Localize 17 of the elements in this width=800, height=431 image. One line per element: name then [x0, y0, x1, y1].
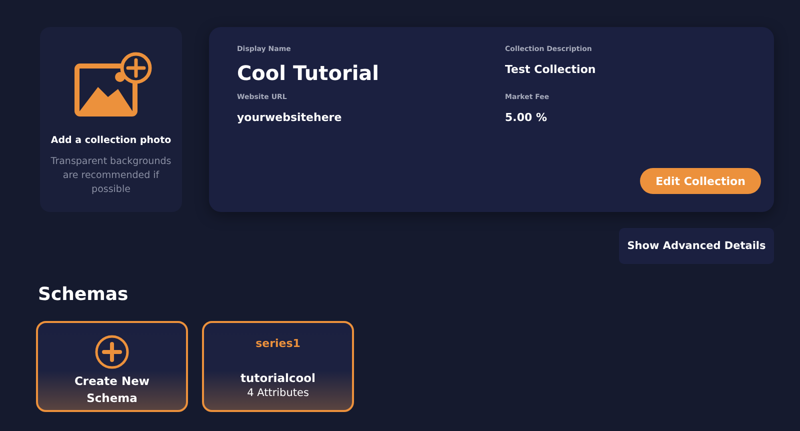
- field-value: Test Collection: [505, 63, 597, 76]
- collection-name: Cool Tutorial: [237, 61, 380, 85]
- add-image-icon: [74, 51, 154, 117]
- series-label: series1: [256, 337, 300, 350]
- field-value: 5.00 %: [505, 111, 548, 124]
- schema-card[interactable]: series1 tutorialcool 4 Attributes: [202, 321, 354, 412]
- field-value: yourwebsitehere: [237, 111, 343, 124]
- photo-hint: Transparent backgrounds are recommended if possible: [50, 155, 172, 196]
- attribute-count: 4 Attributes: [247, 387, 309, 400]
- section-heading: Schemas: [38, 284, 130, 305]
- photo-title: Add a collection photo: [50, 135, 172, 146]
- card-title: Create New Schema: [73, 373, 151, 408]
- plus-icon: [95, 335, 129, 369]
- create-schema-card[interactable]: Create New Schema: [36, 321, 188, 412]
- schema-name: tutorialcool: [240, 370, 316, 387]
- show-advanced-button[interactable]: Show Advanced Details: [619, 228, 774, 264]
- photo-upload-card[interactable]: Add a collection photo Transparent backgrounds are recommended if possible: [40, 27, 182, 212]
